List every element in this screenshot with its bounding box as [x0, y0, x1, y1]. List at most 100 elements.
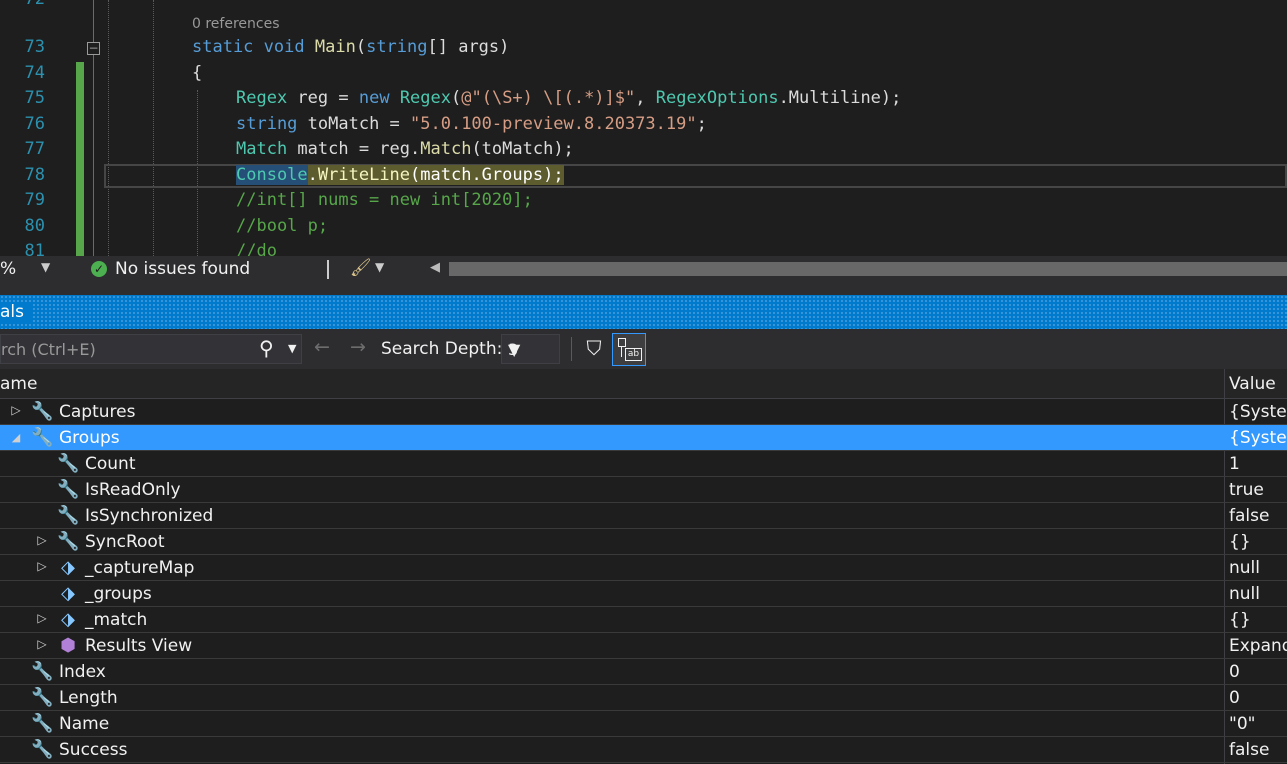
property-wrench-icon: 🔧 [31, 739, 54, 760]
local-name: Success [59, 740, 128, 760]
locals-row[interactable]: ▷ ⬗ _match {} [0, 607, 1287, 633]
local-value[interactable]: true [1229, 480, 1264, 500]
property-wrench-icon: 🔧 [57, 505, 80, 526]
locals-row[interactable]: ▷ 🔧Captures {System [0, 399, 1287, 425]
locals-row[interactable]: ◢ 🔧Groups {System [0, 425, 1287, 451]
expand-arrow-icon[interactable]: ▷ [36, 611, 48, 625]
locals-row[interactable]: 🔧 Count 1 [0, 451, 1287, 477]
local-value[interactable]: 0 [1229, 662, 1240, 682]
locals-row[interactable]: ▷ 🔧 SyncRoot {} [0, 529, 1287, 555]
line-number: 75 [24, 88, 45, 108]
code-text[interactable]: { [192, 61, 202, 87]
chevron-down-icon[interactable]: ▼ [288, 342, 296, 355]
property-wrench-icon: 🔧 [57, 479, 80, 500]
property-wrench-icon: 🔧 [57, 453, 80, 474]
line-number: 81 [24, 241, 45, 256]
tree-node-icon [618, 338, 626, 347]
search-box: ⚲ ▼ [0, 334, 302, 364]
local-value[interactable]: false [1229, 506, 1269, 526]
panel-splitter[interactable] [0, 283, 1287, 295]
local-value[interactable]: {System [1229, 402, 1287, 422]
local-name: SyncRoot [85, 532, 165, 552]
ab-text-icon: ab [625, 348, 642, 361]
property-wrench-icon: 🔧 [57, 531, 80, 552]
expand-arrow-icon[interactable]: ▷ [36, 533, 48, 547]
locals-row[interactable]: ▷ ⬢ Results View Expand [0, 633, 1287, 659]
line-number: 79 [24, 190, 45, 210]
locals-grid-header: ame Value [0, 369, 1287, 399]
locals-panel-titlebar[interactable]: als [0, 295, 1287, 329]
local-value[interactable]: {System [1229, 428, 1287, 448]
local-value[interactable]: {} [1229, 610, 1251, 630]
local-name: _match [85, 610, 148, 630]
horizontal-scrollbar[interactable] [449, 262, 1287, 276]
locals-row[interactable]: 🔧 Index 0 [0, 659, 1287, 685]
code-line-current: 78 Console.WriteLine(match.Groups); [0, 163, 1287, 189]
locals-row[interactable]: ⬗ _groups null [0, 581, 1287, 607]
search-previous-arrow-icon[interactable]: ← [314, 336, 330, 358]
locals-row[interactable]: 🔧 IsReadOnly true [0, 477, 1287, 503]
selected-token: Console [236, 165, 308, 185]
chevron-down-icon[interactable]: ▼ [41, 260, 50, 274]
code-comment[interactable]: //do [236, 239, 277, 256]
local-value[interactable]: 0 [1229, 688, 1240, 708]
local-value[interactable]: null [1229, 584, 1260, 604]
code-comment[interactable]: //bool p; [236, 214, 328, 240]
locals-row[interactable]: 🔧 Success false [0, 737, 1287, 763]
line-number: 78 [24, 165, 45, 185]
local-name: Results View [85, 636, 193, 656]
chevron-down-icon[interactable]: ▼ [508, 340, 520, 359]
search-icon[interactable]: ⚲ [259, 336, 274, 360]
view-all-as-tree-button[interactable]: ab [612, 333, 646, 366]
expand-arrow-icon[interactable]: ▷ [36, 637, 48, 651]
collapse-arrow-icon[interactable]: ◢ [10, 431, 22, 444]
issues-status[interactable]: No issues found [115, 259, 250, 279]
code-text-breakpoint-statement[interactable]: Console.WriteLine(match.Groups); [236, 163, 564, 189]
local-value[interactable]: Expand [1229, 636, 1287, 656]
locals-row[interactable]: 🔧 Length 0 [0, 685, 1287, 711]
locals-row[interactable]: 🔧 Name "0" [0, 711, 1287, 737]
panel-title: als [0, 302, 32, 322]
scroll-left-arrow-icon[interactable]: ◀ [430, 260, 440, 275]
code-line: 77 Match match = reg.Match(toMatch); [0, 137, 1287, 163]
local-value[interactable]: 1 [1229, 454, 1240, 474]
codelens-references[interactable]: 0 references [192, 16, 280, 32]
code-text[interactable]: Regex reg = new Regex(@"(\S+) \[(.*)]$",… [236, 86, 901, 112]
search-input[interactable] [1, 335, 256, 363]
line-number: 72 [0, 0, 45, 13]
divider [571, 337, 572, 361]
property-wrench-icon: 🔧 [31, 401, 54, 422]
locals-row[interactable]: 🔧 IsSynchronized false [0, 503, 1287, 529]
code-line: 74 { [0, 61, 1287, 87]
filter-icon[interactable]: ⛉ [580, 334, 608, 364]
expand-arrow-icon[interactable]: ▷ [10, 403, 22, 417]
code-line: 73 static void Main(string[] args) [0, 35, 1287, 61]
code-editor[interactable]: − 72 0 references 73 static void Main(st… [0, 0, 1287, 256]
property-wrench-icon: 🔧 [31, 661, 54, 682]
zoom-level[interactable]: % [0, 259, 16, 279]
local-name: _captureMap [85, 558, 195, 578]
search-depth-dropdown[interactable]: 3 ▼ [501, 334, 560, 364]
local-value[interactable]: "0" [1229, 714, 1255, 734]
local-name: _groups [85, 584, 152, 604]
property-wrench-icon: 🔧 [31, 687, 54, 708]
line-number: 74 [24, 63, 45, 83]
tree-connector [621, 347, 622, 357]
locals-row[interactable]: ▷ ⬗ _captureMap null [0, 555, 1287, 581]
locals-rows: ▷🔧Captures{System◢🔧Groups{System🔧Count1🔧… [0, 399, 1287, 763]
code-text[interactable]: static void Main(string[] args) [192, 35, 509, 61]
code-text[interactable]: string toMatch = "5.0.100-preview.8.2037… [236, 112, 707, 138]
search-next-arrow-icon[interactable]: → [350, 336, 366, 358]
code-line: 76 string toMatch = "5.0.100-preview.8.2… [0, 112, 1287, 138]
code-cleanup-brush-icon[interactable]: 🖌 [350, 258, 372, 278]
local-value[interactable]: {} [1229, 532, 1251, 552]
column-header-value[interactable]: Value [1229, 374, 1276, 394]
chevron-down-icon[interactable]: ▼ [375, 260, 384, 274]
code-text[interactable]: Match match = reg.Match(toMatch); [236, 137, 574, 163]
code-comment[interactable]: //int[] nums = new int[2020]; [236, 188, 533, 214]
code-line: 80 //bool p; [0, 214, 1287, 240]
local-value[interactable]: null [1229, 558, 1260, 578]
local-value[interactable]: false [1229, 740, 1269, 760]
expand-arrow-icon[interactable]: ▷ [36, 559, 48, 573]
column-header-name[interactable]: ame [0, 374, 37, 394]
